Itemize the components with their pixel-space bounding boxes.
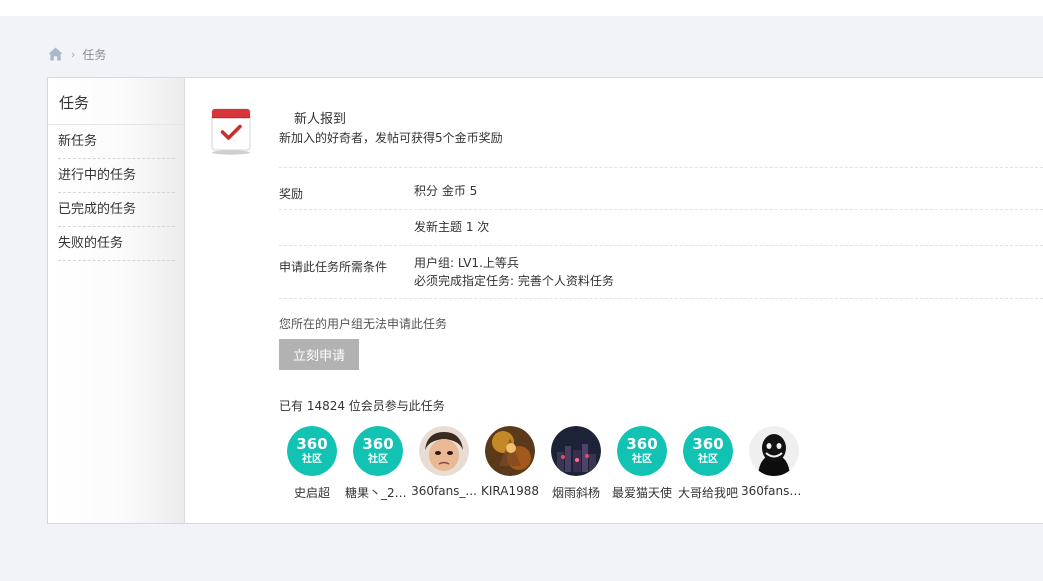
divider bbox=[279, 209, 1043, 210]
breadcrumb-current: 任务 bbox=[82, 47, 107, 62]
sidebar-item-in-progress[interactable]: 进行中的任务 bbox=[58, 159, 175, 193]
sidebar: 任务 新任务 进行中的任务 已完成的任务 失败的任务 bbox=[48, 78, 185, 523]
member-name[interactable]: 史启超 bbox=[279, 484, 345, 501]
member-item[interactable]: 360 社区 最爱猫天使 bbox=[609, 426, 675, 501]
svg-text:360: 360 bbox=[692, 435, 723, 453]
breadcrumb: › 任务 bbox=[48, 44, 106, 64]
svg-text:社区: 社区 bbox=[631, 452, 652, 465]
360-logo-avatar[interactable]: 360 社区 bbox=[353, 426, 403, 476]
360-logo-avatar[interactable]: 360 社区 bbox=[683, 426, 733, 476]
requirement-prerequisite: 必须完成指定任务: 完善个人资料任务 bbox=[414, 274, 614, 288]
sidebar-item-completed[interactable]: 已完成的任务 bbox=[58, 193, 175, 227]
member-item[interactable]: 烟雨斜杨 bbox=[543, 426, 609, 501]
top-band bbox=[0, 0, 1043, 16]
svg-text:社区: 社区 bbox=[367, 452, 388, 465]
divider bbox=[279, 167, 1043, 168]
member-item[interactable]: 360fans_... bbox=[411, 426, 477, 501]
divider bbox=[279, 245, 1043, 246]
sidebar-item-failed[interactable]: 失败的任务 bbox=[58, 227, 175, 261]
member-name[interactable]: 最爱猫天使 bbox=[609, 484, 675, 501]
divider bbox=[279, 298, 1043, 299]
warrior-art-avatar[interactable] bbox=[485, 426, 535, 476]
reward-label: 奖励 bbox=[279, 187, 304, 201]
svg-text:360: 360 bbox=[362, 435, 393, 453]
sidebar-item-new-tasks[interactable]: 新任务 bbox=[58, 125, 175, 159]
dark-grin-avatar[interactable] bbox=[749, 426, 799, 476]
member-name[interactable]: 360fans3... bbox=[741, 484, 807, 498]
task-title: 新人报到 bbox=[294, 112, 347, 127]
member-name[interactable]: KIRA1988 bbox=[477, 484, 543, 498]
reward-value: 积分 金币 5 bbox=[414, 184, 478, 198]
action-value: 发新主题 1 次 bbox=[414, 220, 490, 234]
360-logo-avatar[interactable]: 360 社区 bbox=[617, 426, 667, 476]
member-list: 360 社区 史启超 360 社区 糖果丶_20... 360fans_... bbox=[279, 426, 807, 501]
task-description: 新加入的好奇者，发帖可获得5个金币奖励 bbox=[279, 131, 503, 145]
requirement-group: 用户组: LV1.上等兵 bbox=[414, 256, 519, 270]
eligibility-notice: 您所在的用户组无法申请此任务 bbox=[279, 317, 448, 331]
member-item[interactable]: 360 社区 史启超 bbox=[279, 426, 345, 501]
member-name[interactable]: 大哥给我吧 bbox=[675, 484, 741, 501]
360-logo-avatar[interactable]: 360 社区 bbox=[287, 426, 337, 476]
sidebar-list: 新任务 进行中的任务 已完成的任务 失败的任务 bbox=[58, 125, 175, 261]
member-name[interactable]: 糖果丶_20... bbox=[345, 484, 411, 501]
participants-count: 已有 14824 位会员参与此任务 bbox=[279, 399, 445, 413]
calendar-check-icon bbox=[211, 108, 251, 155]
member-item[interactable]: 360fans3... bbox=[741, 426, 807, 501]
sidebar-title: 任务 bbox=[59, 94, 90, 112]
home-icon[interactable] bbox=[48, 47, 63, 61]
breadcrumb-separator: › bbox=[71, 47, 76, 61]
svg-text:社区: 社区 bbox=[301, 452, 322, 465]
apply-button[interactable]: 立刻申请 bbox=[279, 339, 359, 370]
requirement-label: 申请此任务所需条件 bbox=[279, 260, 388, 274]
member-name[interactable]: 烟雨斜杨 bbox=[543, 484, 609, 501]
night-city-avatar[interactable] bbox=[551, 426, 601, 476]
svg-text:360: 360 bbox=[296, 435, 327, 453]
baby-face-avatar[interactable] bbox=[419, 426, 469, 476]
svg-text:社区: 社区 bbox=[697, 452, 718, 465]
member-item[interactable]: 360 社区 糖果丶_20... bbox=[345, 426, 411, 501]
member-item[interactable]: 360 社区 大哥给我吧 bbox=[675, 426, 741, 501]
member-item[interactable]: KIRA1988 bbox=[477, 426, 543, 501]
member-name[interactable]: 360fans_... bbox=[411, 484, 477, 498]
svg-text:360: 360 bbox=[626, 435, 657, 453]
task-panel: 任务 新任务 进行中的任务 已完成的任务 失败的任务 新人报到 新加入的好奇者，… bbox=[47, 77, 1043, 524]
